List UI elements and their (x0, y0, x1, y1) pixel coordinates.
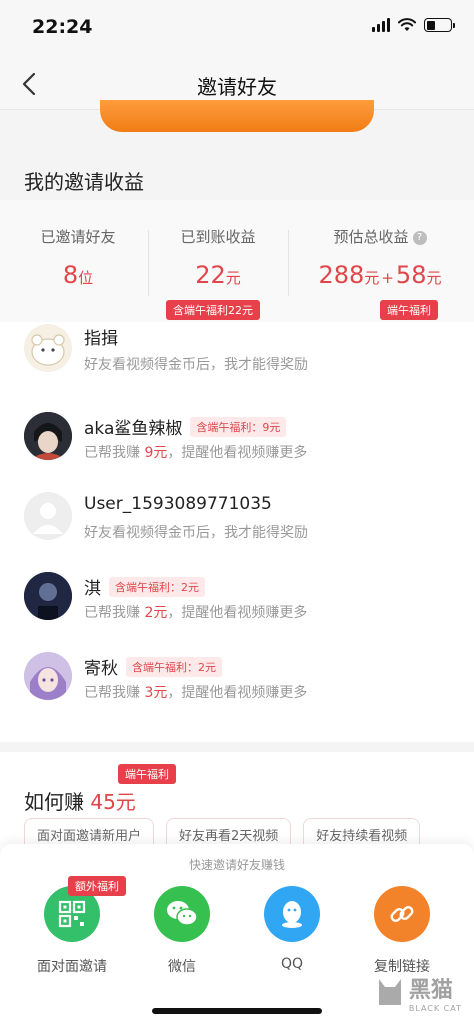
friend-status: 已帮我赚 3元，提醒他看视频赚更多 (84, 685, 308, 701)
friend-name: 指揖 (84, 329, 118, 349)
share-face-to-face-button[interactable]: 额外福利 面对面邀请 (32, 876, 126, 976)
invited-stat: 已邀请好友 8位 (28, 226, 128, 289)
share-title: 快速邀请好友赚钱 (188, 858, 285, 872)
estimated-stat: 预估总收益? 288元 +58元 (300, 226, 460, 289)
bonus-tag: 含端午福利：2元 (126, 657, 222, 677)
estimated-label: 预估总收益? (300, 226, 460, 247)
extra-bonus-tag: 额外福利 (68, 876, 126, 896)
avatar (24, 324, 72, 372)
page-title: 邀请好友 (197, 75, 277, 99)
bonus-tag: 含端午福利：2元 (109, 577, 205, 597)
wifi-icon (398, 18, 416, 31)
link-icon (374, 886, 430, 942)
divider (148, 230, 149, 296)
share-label: 面对面邀请 (37, 959, 107, 975)
received-value: 22元 (195, 261, 241, 289)
divider (288, 230, 289, 296)
share-qq-button[interactable]: QQ (252, 886, 332, 972)
earnings-section-title: 我的邀请收益 (24, 170, 144, 194)
bonus-tag: 含端午福利：9元 (190, 417, 287, 437)
list-item[interactable]: 淇含端午福利：2元 已帮我赚 2元，提醒他看视频赚更多 (0, 560, 474, 640)
invited-label: 已邀请好友 (40, 228, 116, 246)
list-item[interactable]: 指揖 好友看视频得金币后，我才能得奖励 (0, 322, 474, 388)
help-icon[interactable]: ? (412, 231, 427, 245)
status-time: 22:24 (32, 16, 93, 38)
list-item[interactable]: User_1593089771035 好友看视频得金币后，我才能得奖励 (0, 480, 474, 560)
estimated-value: 288元 +58元 (318, 261, 442, 289)
earnings-card: 已邀请好友 8位 已到账收益 22元 含端午福利22元 预估总收益? 288元 +… (0, 200, 474, 322)
friend-status: 好友看视频得金币后，我才能得奖励 (84, 357, 308, 373)
list-item[interactable]: aka鲨鱼辣椒 含端午福利：9元 已帮我赚 9元，提醒他看视频赚更多 (0, 400, 474, 480)
friend-status: 已帮我赚 2元，提醒他看视频赚更多 (84, 605, 308, 621)
how-title: 如何赚 45元 (24, 790, 136, 814)
qq-icon (264, 886, 320, 942)
share-label: QQ (280, 956, 304, 972)
anime-girl-avatar-icon (24, 652, 72, 700)
battery-icon (424, 18, 455, 32)
avatar (24, 572, 72, 620)
avatar (24, 412, 72, 460)
avatar (24, 492, 72, 540)
wechat-icon (154, 886, 210, 942)
received-bonus-tag: 含端午福利22元 (166, 300, 260, 320)
default-avatar-icon (24, 492, 72, 540)
share-copy-link-button[interactable]: 复制链接 (362, 886, 442, 976)
friend-name: 寄秋 含端午福利：2元 (84, 654, 222, 679)
list-item[interactable]: 寄秋 含端午福利：2元 已帮我赚 3元，提醒他看视频赚更多 (0, 640, 474, 720)
cat-logo-icon (378, 978, 401, 1005)
status-icons (372, 18, 455, 32)
signal-icon (372, 18, 390, 32)
invited-value: 8位 (62, 261, 94, 289)
received-label: 已到账收益 (180, 228, 256, 246)
share-label: 微信 (168, 959, 196, 975)
invite-button-bottom-edge[interactable] (100, 100, 374, 132)
anime-avatar-icon (24, 412, 72, 460)
bear-avatar-icon (31, 334, 65, 366)
friend-list: 指揖 好友看视频得金币后，我才能得奖励 aka鲨鱼辣椒 含端午福利：9元 已帮我赚… (0, 322, 474, 742)
how-bonus-tag: 端午福利 (118, 764, 176, 784)
avatar (24, 652, 72, 700)
watermark-logo: 黑猫 BLACK CAT (375, 972, 462, 1013)
friend-name: User_1593089771035 (84, 494, 272, 514)
share-wechat-button[interactable]: 微信 (142, 886, 222, 976)
home-indicator (152, 1008, 322, 1014)
watermark-sub: BLACK CAT (408, 1004, 462, 1013)
watermark-text: 黑猫 (408, 978, 453, 1003)
received-stat: 已到账收益 22元 (166, 226, 270, 289)
night-avatar-icon (24, 572, 72, 620)
estimated-bonus-tag: 端午福利 (380, 300, 438, 320)
friend-status: 好友看视频得金币后，我才能得奖励 (84, 525, 308, 541)
friend-status: 已帮我赚 9元，提醒他看视频赚更多 (84, 445, 308, 461)
status-bar: 22:24 (0, 0, 474, 58)
friend-name: aka鲨鱼辣椒 含端午福利：9元 (84, 414, 287, 439)
friend-name: 淇含端午福利：2元 (84, 574, 205, 599)
